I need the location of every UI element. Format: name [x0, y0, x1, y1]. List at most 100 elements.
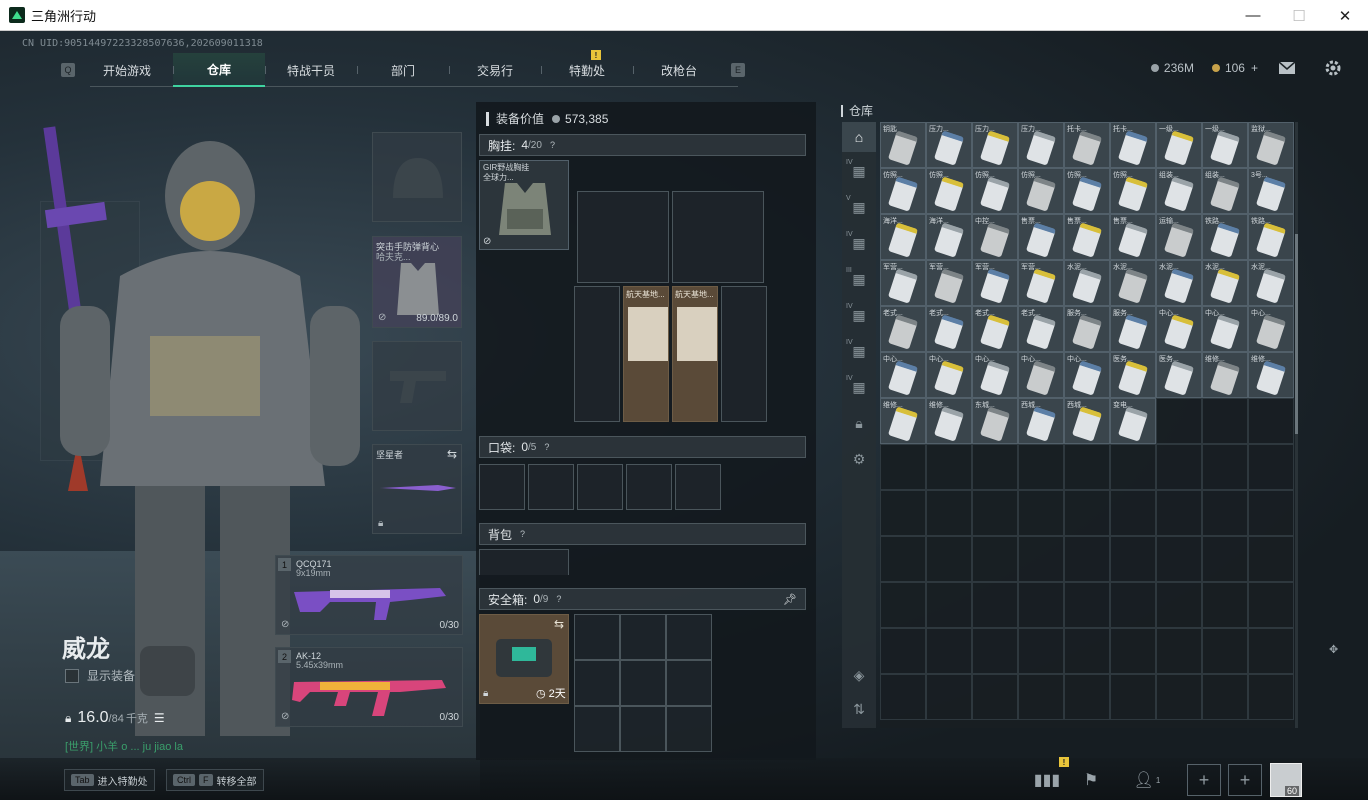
gold-currency[interactable]: 106 +	[1211, 61, 1258, 75]
warehouse-cell[interactable]	[1064, 674, 1110, 720]
warehouse-cell[interactable]	[1064, 490, 1110, 536]
warehouse-item[interactable]: 压力...	[1018, 122, 1064, 168]
show-equipment-checkbox[interactable]	[65, 668, 79, 683]
warehouse-item[interactable]: 中心...	[972, 352, 1018, 398]
warehouse-item[interactable]: 海洋...	[880, 214, 926, 260]
warehouse-item[interactable]: 中控...	[972, 214, 1018, 260]
locked-tab-icon[interactable]: 🔒︎	[842, 408, 876, 438]
warehouse-item[interactable]: 中心...	[1064, 352, 1110, 398]
warehouse-item[interactable]: 仿照...	[1064, 168, 1110, 214]
help-icon[interactable]: ?	[544, 442, 549, 452]
pin-icon[interactable]: 📌︎	[783, 593, 797, 606]
warehouse-cell[interactable]	[926, 536, 972, 582]
warehouse-item[interactable]: 水泥...	[1202, 260, 1248, 306]
warehouse-item[interactable]: 老式...	[972, 306, 1018, 352]
warehouse-cell[interactable]	[1202, 582, 1248, 628]
warehouse-cell[interactable]	[1110, 536, 1156, 582]
warehouse-cell[interactable]	[1110, 582, 1156, 628]
warehouse-cell[interactable]	[1018, 582, 1064, 628]
warehouse-item[interactable]: 3号...	[1248, 168, 1294, 214]
warehouse-tab-icon[interactable]: IV ▦	[842, 300, 876, 330]
pocket-slot[interactable]	[528, 464, 574, 510]
warehouse-item[interactable]: 医务...	[1156, 352, 1202, 398]
warehouse-cell[interactable]	[972, 674, 1018, 720]
warehouse-cell[interactable]	[972, 628, 1018, 674]
tab-special-ops[interactable]: 特勤处 !	[541, 50, 633, 87]
pocket-slot[interactable]	[675, 464, 721, 510]
warehouse-cell[interactable]	[1018, 444, 1064, 490]
help-icon[interactable]: ?	[556, 594, 561, 604]
warehouse-item[interactable]: 售票...	[1018, 214, 1064, 260]
warehouse-cell[interactable]	[1018, 628, 1064, 674]
safebox-grid-cell[interactable]	[620, 706, 666, 752]
warehouse-item[interactable]: 西城...	[1064, 398, 1110, 444]
warehouse-tab-icon[interactable]: IV ▦	[842, 156, 876, 186]
warehouse-item[interactable]: 军营...	[880, 260, 926, 306]
pocket-slot[interactable]	[479, 464, 525, 510]
expand-arrows-icon[interactable]: ✥	[1329, 643, 1338, 656]
chest-grid-cell[interactable]	[574, 286, 620, 422]
layers-icon[interactable]: ◈	[842, 660, 876, 690]
tab-warehouse[interactable]: 仓库	[173, 53, 265, 87]
chest-grid-cell[interactable]	[577, 191, 669, 283]
warehouse-item[interactable]: 军营...	[972, 260, 1018, 306]
pocket-slot[interactable]	[626, 464, 672, 510]
warehouse-cell[interactable]	[926, 582, 972, 628]
nav-prev-key[interactable]: Q	[61, 63, 75, 77]
stats-chart-icon[interactable]: ▮▮▮	[1028, 764, 1066, 796]
tab-trade[interactable]: 交易行	[449, 53, 541, 87]
warehouse-cell[interactable]	[1110, 444, 1156, 490]
warehouse-item[interactable]: 钥匙	[880, 122, 926, 168]
warehouse-item[interactable]: 维修...	[926, 398, 972, 444]
warehouse-item[interactable]: 水泥...	[1110, 260, 1156, 306]
helmet-slot[interactable]	[372, 132, 462, 222]
warehouse-item[interactable]: 铁路...	[1202, 214, 1248, 260]
warehouse-tab-icon[interactable]: IV ▦	[842, 228, 876, 258]
warehouse-item[interactable]: 西城...	[1018, 398, 1064, 444]
maximize-button[interactable]: ☐	[1276, 0, 1322, 31]
warehouse-cell[interactable]	[1064, 444, 1110, 490]
warehouse-cell[interactable]	[1202, 398, 1248, 444]
warehouse-cell[interactable]	[880, 444, 926, 490]
warehouse-item[interactable]: 军营...	[926, 260, 972, 306]
warehouse-cell[interactable]	[972, 444, 1018, 490]
safebox-grid-cell[interactable]	[574, 706, 620, 752]
warehouse-scrollbar[interactable]	[1295, 122, 1298, 728]
add-party-slot-button[interactable]: +	[1187, 764, 1221, 796]
map-item[interactable]: 航天基地...	[672, 286, 718, 422]
tab-operators[interactable]: 特战干员	[265, 53, 357, 87]
tab-department[interactable]: 部门	[357, 53, 449, 87]
warehouse-item[interactable]: 监狱...	[1248, 122, 1294, 168]
warehouse-tab-icon[interactable]: III ▦	[842, 264, 876, 294]
warehouse-item[interactable]: 售票...	[1064, 214, 1110, 260]
warehouse-cell[interactable]	[1248, 674, 1294, 720]
warehouse-item[interactable]: 压力...	[972, 122, 1018, 168]
help-icon[interactable]: ?	[520, 529, 525, 539]
chat-line[interactable]: [世界] 小羊 o ... ju jiao la	[65, 738, 183, 754]
close-button[interactable]: ✕	[1322, 0, 1368, 31]
nav-next-key[interactable]: E	[731, 63, 745, 77]
warehouse-item[interactable]: 军营...	[1018, 260, 1064, 306]
warehouse-item[interactable]: 中心...	[1156, 306, 1202, 352]
warehouse-item[interactable]: 水泥...	[1156, 260, 1202, 306]
silver-currency[interactable]: 236M	[1150, 61, 1194, 75]
warehouse-cell[interactable]	[972, 582, 1018, 628]
warehouse-item[interactable]: 中心...	[1018, 352, 1064, 398]
secondary-weapon-slot[interactable]: 2 AK-12 5.45x39mm ⊘ 0/30	[275, 647, 463, 727]
warehouse-item[interactable]: 组装...	[1202, 168, 1248, 214]
warehouse-item[interactable]: 一级...	[1202, 122, 1248, 168]
safebox-grid-cell[interactable]	[620, 660, 666, 706]
warehouse-cell[interactable]	[1156, 628, 1202, 674]
warehouse-cell[interactable]	[1110, 628, 1156, 674]
warehouse-item[interactable]: 仿照...	[1110, 168, 1156, 214]
melee-slot[interactable]: 坚星者 ⇆ 🔒︎	[372, 444, 462, 534]
safebox-grid-cell[interactable]	[666, 660, 712, 706]
safebox-item[interactable]: ⇆ 🔒︎ ◷ 2天	[479, 614, 569, 704]
scroll-thumb[interactable]	[1295, 234, 1298, 434]
warehouse-item[interactable]: 一级...	[1156, 122, 1202, 168]
warehouse-item[interactable]: 仿照...	[972, 168, 1018, 214]
warehouse-item[interactable]: 托卡...	[1110, 122, 1156, 168]
warehouse-item[interactable]: 仿照...	[1018, 168, 1064, 214]
chest-grid-cell[interactable]	[672, 191, 764, 283]
warehouse-cell[interactable]	[1202, 628, 1248, 674]
